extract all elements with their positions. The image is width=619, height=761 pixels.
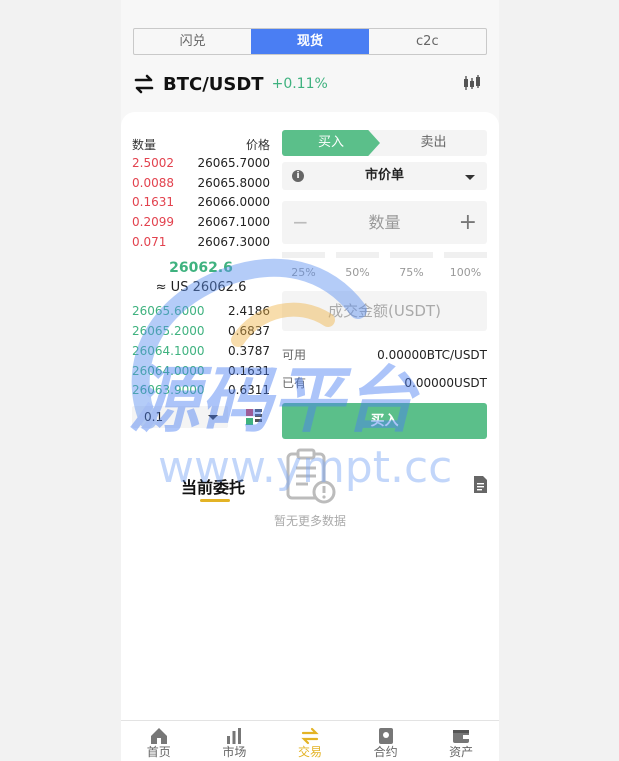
trade-card: 数量 价格 2.5002 26065.7000 0.0088 26065.8000 … — [121, 112, 499, 761]
bid-row[interactable]: 26064.0000 0.1631 — [132, 362, 270, 382]
bid-amount: 2.4186 — [228, 304, 270, 319]
ask-price: 26066.0000 — [197, 195, 270, 210]
order-type-value: 市价单 — [364, 168, 404, 183]
tab-swap[interactable]: 闪兑 — [134, 29, 251, 54]
buy-sell-toggle: 买入 卖出 — [282, 130, 487, 156]
ask-amount: 2.5002 — [132, 156, 174, 170]
bid-row[interactable]: 26065.2000 0.6837 — [132, 322, 270, 342]
ask-amount: 0.071 — [132, 234, 167, 249]
wallet-icon — [453, 730, 470, 743]
last-price: 26062.6 — [169, 260, 233, 277]
quantity-placeholder: 数量 — [368, 213, 401, 232]
ask-row[interactable]: 0.2099 26067.1000 — [132, 213, 270, 233]
amount-input[interactable]: 成交金额(USDT) — [282, 291, 487, 331]
kline-chart-icon[interactable] — [463, 74, 481, 92]
sell-tab[interactable]: 卖出 — [380, 130, 487, 156]
order-book: 数量 价格 2.5002 26065.7000 0.0088 26065.8000 … — [132, 136, 270, 429]
nav-label: 市场 — [222, 745, 247, 759]
bid-row[interactable]: 26063.9000 0.6311 — [132, 381, 270, 401]
nav-market[interactable]: 市场 — [197, 721, 273, 761]
trade-icon — [301, 727, 319, 745]
percent-label: 50% — [345, 266, 370, 279]
info-icon[interactable]: i — [292, 170, 304, 182]
empty-state: 暂无更多数据 — [121, 448, 499, 529]
bid-amount: 0.1631 — [228, 363, 270, 378]
ask-row[interactable]: 0.071 26067.3000 — [132, 233, 270, 253]
last-price-block: 26062.6 ≈ US 26062.6 — [132, 258, 270, 298]
bid-price: 26065.2000 — [132, 324, 205, 339]
available-balance: 可用 0.00000BTC/USDT — [282, 345, 487, 365]
buy-button[interactable]: 买入 — [282, 403, 487, 439]
orderbook-qty-header: 数量 — [132, 138, 157, 152]
quantity-input[interactable]: − 数量 + — [282, 201, 487, 244]
chevron-down-icon — [208, 414, 218, 420]
order-type-select[interactable]: i 市价单 — [282, 162, 487, 190]
last-price-usd: ≈ US 26062.6 — [155, 280, 247, 296]
ask-amount: 0.0088 — [132, 175, 174, 190]
percent-25[interactable]: 25% — [282, 252, 325, 279]
ask-row[interactable]: 2.5002 26065.7000 — [132, 154, 270, 174]
pair-header: BTC/USDT +0.11% — [133, 70, 487, 98]
swap-arrows-icon[interactable] — [133, 74, 155, 94]
nav-label: 资产 — [449, 745, 474, 759]
contract-icon — [378, 728, 393, 744]
home-icon — [150, 728, 167, 744]
bid-amount: 0.3787 — [228, 343, 270, 358]
buy-tab[interactable]: 买入 — [282, 130, 380, 156]
ask-row[interactable]: 0.1631 26066.0000 — [132, 193, 270, 213]
empty-clipboard-icon — [286, 448, 336, 504]
ask-row[interactable]: 0.0088 26065.8000 — [132, 174, 270, 194]
bid-row[interactable]: 26065.6000 2.4186 — [132, 302, 270, 322]
empty-text: 暂无更多数据 — [273, 514, 346, 528]
plus-icon[interactable]: + — [459, 201, 477, 244]
held-value: 0.00000USDT — [404, 376, 487, 390]
nav-home[interactable]: 首页 — [121, 721, 197, 761]
ask-price: 26067.1000 — [197, 215, 270, 230]
trade-mode-tabs: 闪兑 现货 c2c — [133, 28, 487, 55]
pair-name[interactable]: BTC/USDT — [163, 74, 264, 95]
orderbook-price-header: 价格 — [245, 138, 270, 152]
available-label: 可用 — [282, 348, 307, 362]
percent-label: 25% — [291, 266, 316, 279]
nav-label: 合约 — [373, 745, 398, 759]
percent-50[interactable]: 50% — [336, 252, 379, 279]
nav-contract[interactable]: 合约 — [348, 721, 424, 761]
nav-assets[interactable]: 资产 — [423, 721, 499, 761]
percent-100[interactable]: 100% — [444, 252, 487, 279]
bid-price: 26064.1000 — [132, 343, 205, 358]
bid-amount: 0.6837 — [228, 324, 270, 339]
bid-price: 26065.6000 — [132, 304, 205, 319]
bid-price: 26064.0000 — [132, 363, 205, 378]
bid-amount: 0.6311 — [228, 383, 270, 398]
bottom-nav: 首页 市场 交易 合约 资产 — [121, 720, 499, 761]
nav-label: 交易 — [297, 745, 322, 759]
ask-amount: 0.1631 — [132, 195, 174, 210]
order-form: 买入 卖出 i 市价单 − 数量 + 25% 50% 75% 100% 成交金额… — [282, 130, 487, 439]
percent-label: 75% — [399, 266, 424, 279]
percent-75[interactable]: 75% — [390, 252, 433, 279]
nav-trade[interactable]: 交易 — [272, 721, 348, 761]
held-balance: 已有 0.00000USDT — [282, 373, 487, 393]
tab-spot[interactable]: 现货 — [251, 29, 369, 54]
available-value: 0.00000BTC/USDT — [377, 348, 487, 362]
tab-c2c[interactable]: c2c — [369, 29, 486, 54]
ask-price: 26065.8000 — [197, 175, 270, 190]
ask-price: 26067.3000 — [197, 234, 270, 249]
chevron-down-icon — [465, 175, 475, 180]
market-icon — [227, 728, 242, 744]
held-label: 已有 — [282, 376, 307, 390]
percent-slider[interactable]: 25% 50% 75% 100% — [282, 252, 487, 279]
depth-value: 0.1 — [144, 409, 164, 424]
bid-row[interactable]: 26064.1000 0.3787 — [132, 342, 270, 362]
ask-price: 26065.7000 — [197, 156, 270, 170]
app-screen: 闪兑 现货 c2c BTC/USDT +0.11% 数量 价格 2.5002 26… — [121, 0, 499, 761]
depth-select[interactable]: 0.1 — [132, 405, 228, 428]
ask-amount: 0.2099 — [132, 215, 174, 230]
minus-icon[interactable]: − — [292, 201, 309, 244]
pair-change: +0.11% — [271, 76, 328, 92]
percent-label: 100% — [449, 266, 482, 279]
orderbook-layout-icon[interactable] — [246, 408, 262, 425]
nav-label: 首页 — [146, 745, 171, 759]
bid-price: 26063.9000 — [132, 383, 205, 398]
